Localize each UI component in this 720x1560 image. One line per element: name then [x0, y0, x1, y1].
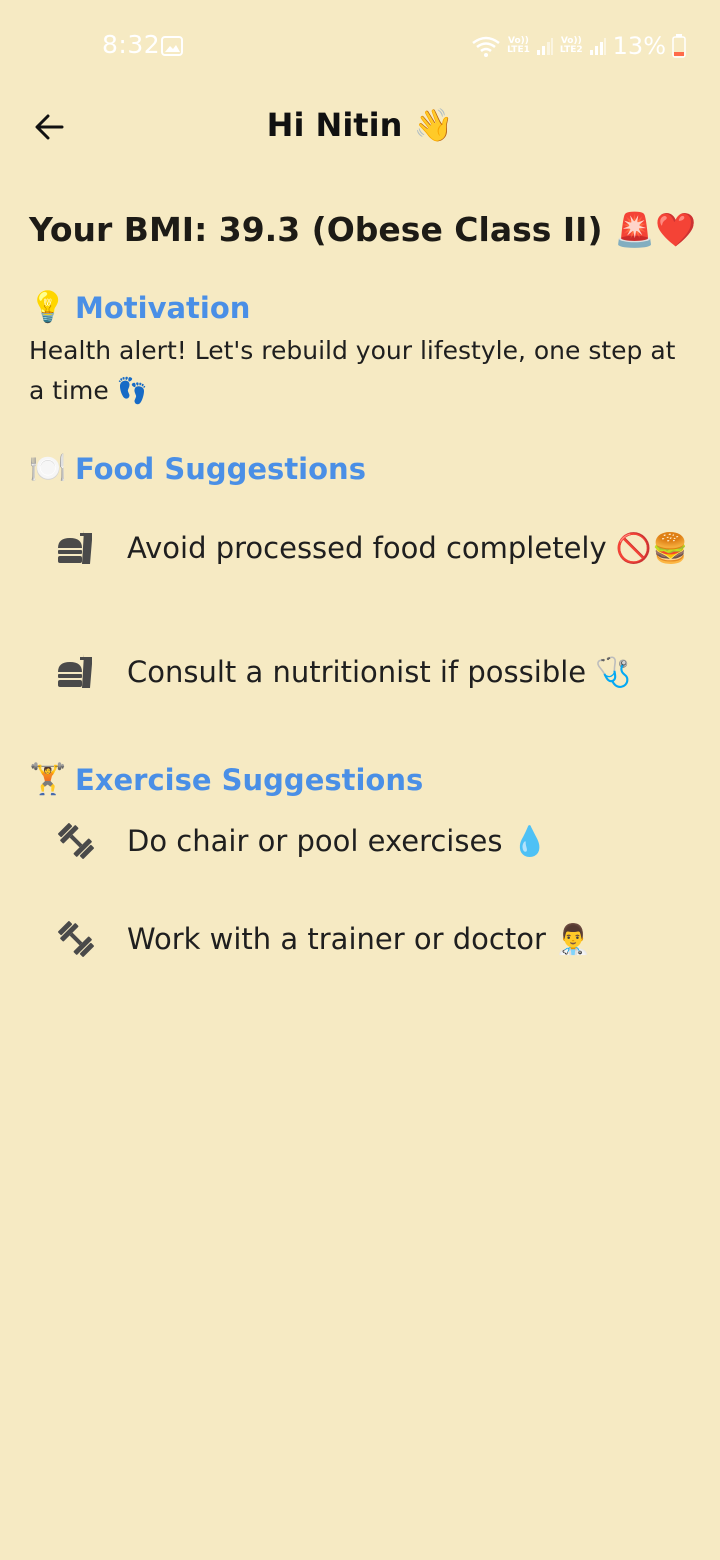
network-lte2: Vo)) LTE2: [560, 37, 583, 55]
motivation-title-row: 💡 Motivation: [29, 290, 690, 325]
app-bar: Hi Nitin 👋: [0, 92, 720, 162]
weightlifter-icon: 🏋️: [29, 762, 67, 797]
page-title: Hi Nitin 👋: [266, 106, 454, 144]
exercise-section: 🏋️ Exercise Suggestions Do chair or pool…: [29, 762, 690, 969]
motivation-text: Health alert! Let's rebuild your lifesty…: [29, 336, 676, 405]
exercise-list: Do chair or pool exercises 💧 Work with a…: [29, 811, 690, 969]
bmi-heading: Your BMI: 39.3 (Obese Class II) 🚨❤️: [29, 210, 697, 249]
food-title: Food Suggestions: [75, 451, 366, 486]
food-title-row: 🍽️ Food Suggestions: [29, 451, 690, 486]
plate-icon: 🍽️: [29, 451, 67, 486]
exercise-item-text: Do chair or pool exercises 💧: [127, 824, 548, 858]
fastfood-icon: [29, 528, 127, 568]
exercise-title-row: 🏋️ Exercise Suggestions: [29, 762, 690, 797]
network-lte1: Vo)) LTE1: [507, 37, 530, 55]
net1-label: LTE1: [507, 45, 530, 55]
gallery-notification-icon: [161, 36, 183, 56]
signal-1-icon: [536, 38, 553, 55]
food-list: Avoid processed food completely 🚫🍔 Consu…: [29, 500, 690, 720]
signal-2-icon: [589, 38, 606, 55]
food-item-text: Avoid processed food completely 🚫🍔: [127, 531, 689, 565]
status-right-cluster: Vo)) LTE1 Vo)) LTE2 13%: [471, 30, 686, 62]
dumbbell-icon: [29, 919, 127, 959]
exercise-item-text: Work with a trainer or doctor 👨‍⚕️: [127, 922, 592, 956]
food-section: 🍽️ Food Suggestions Avoid processed food…: [29, 451, 690, 720]
food-item: Avoid processed food completely 🚫🍔: [29, 500, 690, 596]
food-item: Consult a nutritionist if possible 🩺: [29, 624, 690, 720]
bmi-result-content: Your BMI: 39.3 (Obese Class II) 🚨❤️ 💡 Mo…: [29, 200, 697, 1007]
status-time: 8:32: [102, 30, 161, 59]
fastfood-icon: [29, 652, 127, 692]
screen: 8:32 Vo)) LTE1 Vo)) LTE2 13% Hi Nitin 👋 …: [0, 0, 720, 1560]
wifi-icon: [472, 36, 500, 57]
net2-label: LTE2: [559, 45, 583, 55]
food-item-text: Consult a nutritionist if possible 🩺: [127, 655, 632, 689]
battery-icon: [672, 34, 686, 58]
lightbulb-icon: 💡: [29, 290, 67, 325]
motivation-title: Motivation: [75, 290, 251, 325]
motivation-section: 💡 Motivation Health alert! Let's rebuild…: [29, 290, 690, 411]
exercise-title: Exercise Suggestions: [75, 762, 424, 797]
exercise-item: Do chair or pool exercises 💧: [29, 811, 690, 871]
status-bar: 8:32 Vo)) LTE1 Vo)) LTE2 13%: [0, 0, 720, 92]
exercise-item: Work with a trainer or doctor 👨‍⚕️: [29, 909, 690, 969]
battery-percent: 13%: [612, 32, 666, 60]
dumbbell-icon: [29, 821, 127, 861]
